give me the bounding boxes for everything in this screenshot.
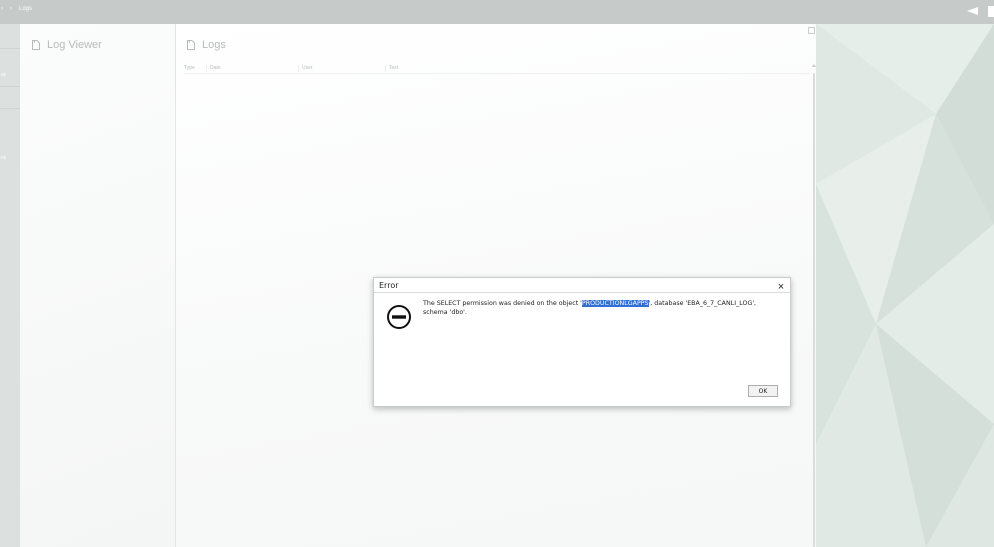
strip-item[interactable]: sk bbox=[1, 72, 6, 78]
dialog-title: Error bbox=[379, 281, 399, 290]
column-header-text[interactable]: Text bbox=[385, 65, 398, 72]
strip-divider bbox=[0, 108, 20, 109]
breadcrumb-separator: › bbox=[10, 6, 12, 12]
error-dialog: Error × The SELECT permission was denied… bbox=[373, 277, 791, 407]
top-bar: › › Logs bbox=[0, 0, 994, 24]
document-icon bbox=[32, 40, 40, 50]
left-navigation-strip: sk ns bbox=[0, 24, 20, 547]
logs-grid-header: Type Date User Text bbox=[184, 62, 816, 73]
log-viewer-header: Log Viewer bbox=[32, 39, 102, 51]
scroll-thumb[interactable] bbox=[813, 73, 815, 547]
logs-title: Logs bbox=[202, 39, 226, 51]
log-viewer-panel: Log Viewer bbox=[20, 24, 176, 547]
log-viewer-title: Log Viewer bbox=[47, 39, 102, 51]
message-text-before: The SELECT permission was denied on the … bbox=[423, 300, 582, 307]
strip-divider bbox=[0, 48, 20, 49]
collapse-arrow-icon[interactable] bbox=[967, 7, 978, 15]
column-header-type[interactable]: Type bbox=[184, 65, 195, 72]
panel-toggle-icon[interactable] bbox=[988, 6, 994, 17]
logs-header: Logs bbox=[187, 39, 226, 51]
strip-divider bbox=[0, 86, 20, 87]
selected-object-name[interactable]: PRODUCTIONLGAPPS bbox=[581, 300, 649, 307]
column-header-date[interactable]: Date bbox=[206, 65, 221, 72]
breadcrumb-home[interactable]: › bbox=[1, 6, 3, 12]
ok-button[interactable]: OK bbox=[748, 385, 778, 397]
error-stop-icon bbox=[386, 304, 412, 330]
dialog-title-divider bbox=[374, 292, 790, 293]
error-message: The SELECT permission was denied on the … bbox=[423, 300, 773, 317]
document-icon bbox=[187, 40, 195, 50]
column-header-user[interactable]: User bbox=[298, 65, 313, 72]
background-decoration bbox=[816, 24, 994, 547]
strip-item[interactable]: ns bbox=[1, 155, 6, 161]
maximize-icon[interactable] bbox=[808, 27, 815, 34]
breadcrumb-current[interactable]: Logs bbox=[19, 6, 32, 12]
grid-header-divider bbox=[184, 73, 810, 74]
